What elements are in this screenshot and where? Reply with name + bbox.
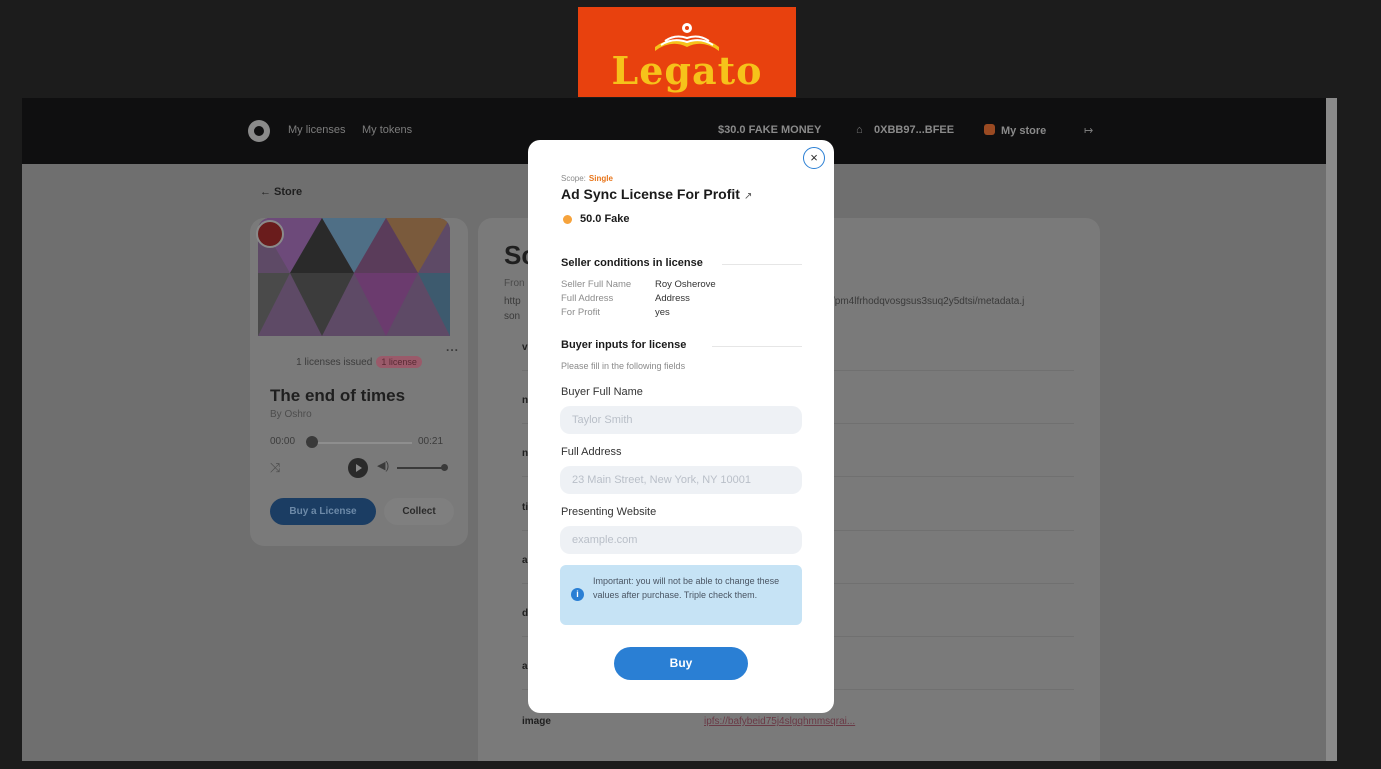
- condition-label: Seller Full Name: [561, 279, 632, 290]
- modal-title: Ad Sync License For Profit ↗: [561, 186, 752, 202]
- track-card: ... 1 licenses issued 1 license The end o…: [250, 218, 468, 546]
- record-icon[interactable]: [256, 220, 284, 248]
- nav-my-tokens[interactable]: My tokens: [362, 124, 412, 136]
- buyer-inputs-heading: Buyer inputs for license: [561, 339, 687, 351]
- volume-knob[interactable]: [441, 464, 448, 471]
- logo-wordmark: Legato: [611, 48, 763, 93]
- more-menu-icon[interactable]: ...: [446, 340, 459, 354]
- coin-icon: [563, 215, 572, 224]
- condition-label: Full Address: [561, 293, 614, 304]
- close-button[interactable]: ×: [803, 147, 825, 169]
- fill-instructions: Please fill in the following fields: [561, 361, 686, 371]
- metadata-url-end: /pm4lfrhodqvosgsus3suq2y5dtsi/metadata.j: [832, 296, 1025, 307]
- licenses-issued-line: 1 licenses issued 1 license: [250, 356, 468, 368]
- collect-button[interactable]: Collect: [384, 498, 454, 525]
- logout-icon[interactable]: ↦: [1084, 124, 1093, 137]
- shuffle-icon[interactable]: ⤨: [270, 460, 280, 476]
- external-link-icon[interactable]: ↗: [744, 191, 752, 202]
- nav-my-store-label: My store: [1001, 125, 1047, 137]
- scope-label: Scope:: [561, 174, 586, 183]
- legato-logo: Legato: [578, 7, 796, 97]
- condition-value: Address: [655, 293, 690, 304]
- website-input[interactable]: [560, 526, 802, 554]
- metadata-url-tail: son: [504, 311, 521, 322]
- license-title: Ad Sync License For Profit: [561, 186, 740, 202]
- wallet-address[interactable]: 0XBB97...BFEE: [874, 124, 954, 136]
- full-address-input[interactable]: [560, 466, 802, 494]
- seller-conditions-heading: Seller conditions in license: [561, 257, 703, 269]
- wallet-icon: ⌂: [856, 124, 863, 136]
- track-title: The end of times: [270, 386, 406, 405]
- license-count-badge: 1 license: [376, 356, 422, 368]
- website-label: Presenting Website: [561, 506, 657, 518]
- artwork-image: [258, 218, 450, 336]
- nav-my-licenses[interactable]: My licenses: [288, 124, 345, 136]
- panel-from-text: Fron: [504, 278, 525, 289]
- screen-frame: Legato My licenses My tokens $30.0 FAKE …: [0, 0, 1381, 769]
- notice-text: Important: you will not be able to chang…: [593, 576, 780, 600]
- page-scrollbar[interactable]: [1326, 98, 1337, 761]
- volume-icon[interactable]: ◀): [377, 459, 389, 472]
- brand-icon[interactable]: [248, 120, 270, 142]
- nav-my-store[interactable]: My store: [984, 124, 1046, 137]
- open-book-icon: [655, 23, 719, 51]
- condition-value: yes: [655, 307, 670, 318]
- store-icon: [984, 124, 995, 135]
- scope-line: Scope: Single: [561, 174, 613, 183]
- metadata-key: a: [522, 661, 528, 672]
- section-divider: [712, 346, 802, 347]
- metadata-key-image: image: [522, 716, 551, 727]
- time-elapsed: 00:00: [270, 436, 296, 447]
- scope-value: Single: [588, 174, 613, 183]
- metadata-url-start: http: [504, 296, 521, 307]
- condition-label: For Profit: [561, 307, 601, 318]
- time-total: 00:21: [418, 436, 444, 447]
- buy-a-license-button[interactable]: Buy a License: [270, 498, 376, 525]
- metadata-image-link[interactable]: ipfs://bafybeid75j4slgqhmmsqrai...: [704, 716, 855, 727]
- licenses-issued-text: 1 licenses issued: [296, 357, 373, 368]
- back-to-store-link[interactable]: ← Store: [260, 186, 302, 198]
- track-artist: By Oshro: [270, 409, 312, 420]
- license-purchase-modal: × Scope: Single Ad Sync License For Profi…: [528, 140, 834, 713]
- metadata-key: v: [522, 342, 528, 353]
- balance-display: $30.0 FAKE MONEY: [718, 124, 822, 136]
- condition-value: Roy Osherove: [655, 279, 716, 290]
- metadata-key: a: [522, 555, 528, 566]
- full-address-label: Full Address: [561, 446, 622, 458]
- volume-slider[interactable]: [397, 467, 443, 469]
- important-notice: i Important: you will not be able to cha…: [560, 565, 802, 625]
- license-price: 50.0 Fake: [580, 213, 630, 225]
- play-icon[interactable]: [348, 458, 368, 478]
- buyer-name-label: Buyer Full Name: [561, 386, 643, 398]
- buy-button[interactable]: Buy: [614, 647, 748, 680]
- track-artwork: [258, 218, 450, 336]
- progress-bar[interactable]: [306, 442, 412, 444]
- section-divider: [722, 264, 802, 265]
- progress-knob[interactable]: [306, 436, 318, 448]
- buyer-name-input[interactable]: [560, 406, 802, 434]
- info-icon: i: [571, 588, 584, 601]
